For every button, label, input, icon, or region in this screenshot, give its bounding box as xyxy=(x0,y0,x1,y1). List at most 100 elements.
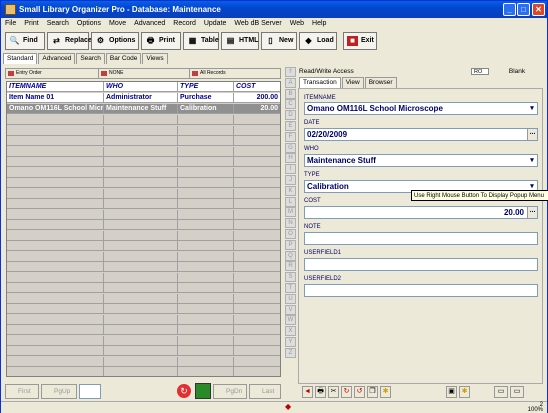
letter-index-button[interactable]: B xyxy=(285,88,296,99)
image-icon[interactable]: ▭ xyxy=(510,386,524,398)
tab-advanced[interactable]: Advanced xyxy=(38,53,76,64)
entry-order-button[interactable]: Entry Order xyxy=(5,68,99,79)
last-button[interactable]: Last xyxy=(249,384,281,399)
undo-icon[interactable]: ↺ xyxy=(354,386,365,398)
up-arrow-icon[interactable]: ⇑ xyxy=(285,67,296,77)
letter-index-button[interactable]: E xyxy=(285,120,296,131)
chevron-down-icon[interactable]: ▾ xyxy=(527,103,537,114)
userfield2-field[interactable] xyxy=(304,284,538,297)
maximize-button[interactable]: □ xyxy=(517,3,530,16)
col-itemname[interactable]: ITEMNAME xyxy=(7,82,104,92)
note-field[interactable] xyxy=(304,232,538,245)
find-button[interactable]: 🔍 Find xyxy=(5,32,45,50)
html-button[interactable]: ▤ HTML xyxy=(221,32,259,50)
who-field[interactable]: Maintenance Stuff ▾ xyxy=(304,154,538,167)
empty-cell xyxy=(178,146,234,157)
copy-icon[interactable]: ❐ xyxy=(367,386,378,398)
pgdn-button[interactable]: PgDn xyxy=(213,384,247,399)
menu-help[interactable]: Help xyxy=(308,18,330,29)
letter-index-button[interactable]: O xyxy=(285,228,296,239)
load-button[interactable]: ◆ Load xyxy=(299,32,337,50)
letter-index-button[interactable]: Y xyxy=(285,336,296,347)
menu-record[interactable]: Record xyxy=(169,18,200,29)
tab-bar-code[interactable]: Bar Code xyxy=(105,53,142,64)
letter-index-button[interactable]: I xyxy=(285,164,296,175)
letter-index-button[interactable]: A xyxy=(285,77,296,88)
exit-button[interactable]: ■ Exit xyxy=(343,32,377,50)
print-button[interactable]: 🖶 Print xyxy=(141,32,181,50)
sort-none-button[interactable]: NONE xyxy=(98,68,190,79)
letter-index-button[interactable]: M xyxy=(285,207,296,218)
letter-index-button[interactable]: S xyxy=(285,272,296,283)
menu-web-db-server[interactable]: Web dB Server xyxy=(230,18,285,29)
title-bar[interactable]: Small Library Organizer Pro - Database: … xyxy=(1,1,547,18)
letter-index-button[interactable]: D xyxy=(285,110,296,121)
tab-search[interactable]: Search xyxy=(76,53,105,64)
menu-options[interactable]: Options xyxy=(73,18,105,29)
calculator-button[interactable]: ... xyxy=(527,207,537,218)
menu-search[interactable]: Search xyxy=(43,18,73,29)
letter-index-button[interactable]: R xyxy=(285,261,296,272)
grid-color-icon[interactable] xyxy=(195,383,211,399)
replace-button[interactable]: ⇄ Replace xyxy=(47,32,92,50)
letter-index-button[interactable]: C xyxy=(285,99,296,110)
printer-icon[interactable]: 🖶 xyxy=(315,386,326,398)
letter-index-button[interactable]: T xyxy=(285,282,296,293)
refresh-icon[interactable]: ↻ xyxy=(341,386,352,398)
table-row[interactable]: Item Name 01 Administrator Purchase 200.… xyxy=(7,93,280,103)
letter-index-button[interactable]: F xyxy=(285,131,296,142)
table-button[interactable]: ▦ Table xyxy=(183,32,219,50)
menu-advanced[interactable]: Advanced xyxy=(130,18,169,29)
letter-index-button[interactable]: N xyxy=(285,218,296,229)
ro-toggle[interactable]: RO xyxy=(471,68,489,75)
all-records-button[interactable]: All Records xyxy=(189,68,281,79)
cost-field[interactable]: 20.00... xyxy=(304,206,538,219)
letter-index-button[interactable]: V xyxy=(285,304,296,315)
tab-standard[interactable]: Standard xyxy=(3,53,38,64)
col-who[interactable]: WHO xyxy=(104,82,178,92)
letter-index-button[interactable]: W xyxy=(285,315,296,326)
delete-icon[interactable]: ✂ xyxy=(328,386,339,398)
date-picker-button[interactable]: ... xyxy=(527,129,537,140)
letter-index-button[interactable]: Q xyxy=(285,250,296,261)
refresh-icon[interactable]: ↻ xyxy=(177,384,191,398)
tab-browser[interactable]: Browser xyxy=(364,77,397,88)
lightbulb-icon[interactable]: ✱ xyxy=(380,386,391,398)
letter-index-button[interactable]: H xyxy=(285,153,296,164)
col-cost[interactable]: COST xyxy=(234,82,280,92)
menu-update[interactable]: Update xyxy=(200,18,231,29)
letter-index-button[interactable]: J xyxy=(285,174,296,185)
letter-index-button[interactable]: Z xyxy=(285,347,296,358)
menu-move[interactable]: Move xyxy=(105,18,130,29)
options-button[interactable]: ⚙ Options xyxy=(91,32,139,50)
record-number-input[interactable] xyxy=(79,384,101,399)
tab-transaction[interactable]: Transaction xyxy=(299,77,341,88)
userfield1-field[interactable] xyxy=(304,258,538,271)
chevron-down-icon[interactable]: ▾ xyxy=(527,155,537,166)
new-button[interactable]: ▯ New xyxy=(261,32,297,50)
camera-icon[interactable]: ▭ xyxy=(494,386,508,398)
menu-print[interactable]: Print xyxy=(20,18,42,29)
menu-web[interactable]: Web xyxy=(286,18,308,29)
letter-index-button[interactable]: G xyxy=(285,142,296,153)
letter-index-button[interactable]: P xyxy=(285,239,296,250)
col-type[interactable]: TYPE xyxy=(178,82,234,92)
menu-file[interactable]: File xyxy=(1,18,20,29)
letter-index-button[interactable]: U xyxy=(285,293,296,304)
date-field[interactable]: 02/20/2009... xyxy=(304,128,538,141)
back-arrow-icon[interactable]: ◄ xyxy=(302,386,313,398)
pgup-button[interactable]: PgUp xyxy=(41,384,77,399)
tab-view[interactable]: View xyxy=(341,77,364,88)
paste-icon[interactable]: ▣ xyxy=(446,386,457,398)
itemname-field[interactable]: Omano OM116L School Microscope ▾ xyxy=(304,102,538,115)
first-button[interactable]: First xyxy=(5,384,39,399)
close-button[interactable]: ✕ xyxy=(532,3,545,16)
minimize-button[interactable]: _ xyxy=(503,3,516,16)
letter-index-button[interactable]: K xyxy=(285,185,296,196)
letter-index-button[interactable]: L xyxy=(285,196,296,207)
tab-views[interactable]: Views xyxy=(142,53,168,64)
tip-icon[interactable]: ✱ xyxy=(459,386,470,398)
empty-cell xyxy=(178,325,234,335)
letter-index-button[interactable]: X xyxy=(285,326,296,337)
table-row-selected[interactable]: Omano OM116L School Microscope Maintenan… xyxy=(7,104,280,114)
